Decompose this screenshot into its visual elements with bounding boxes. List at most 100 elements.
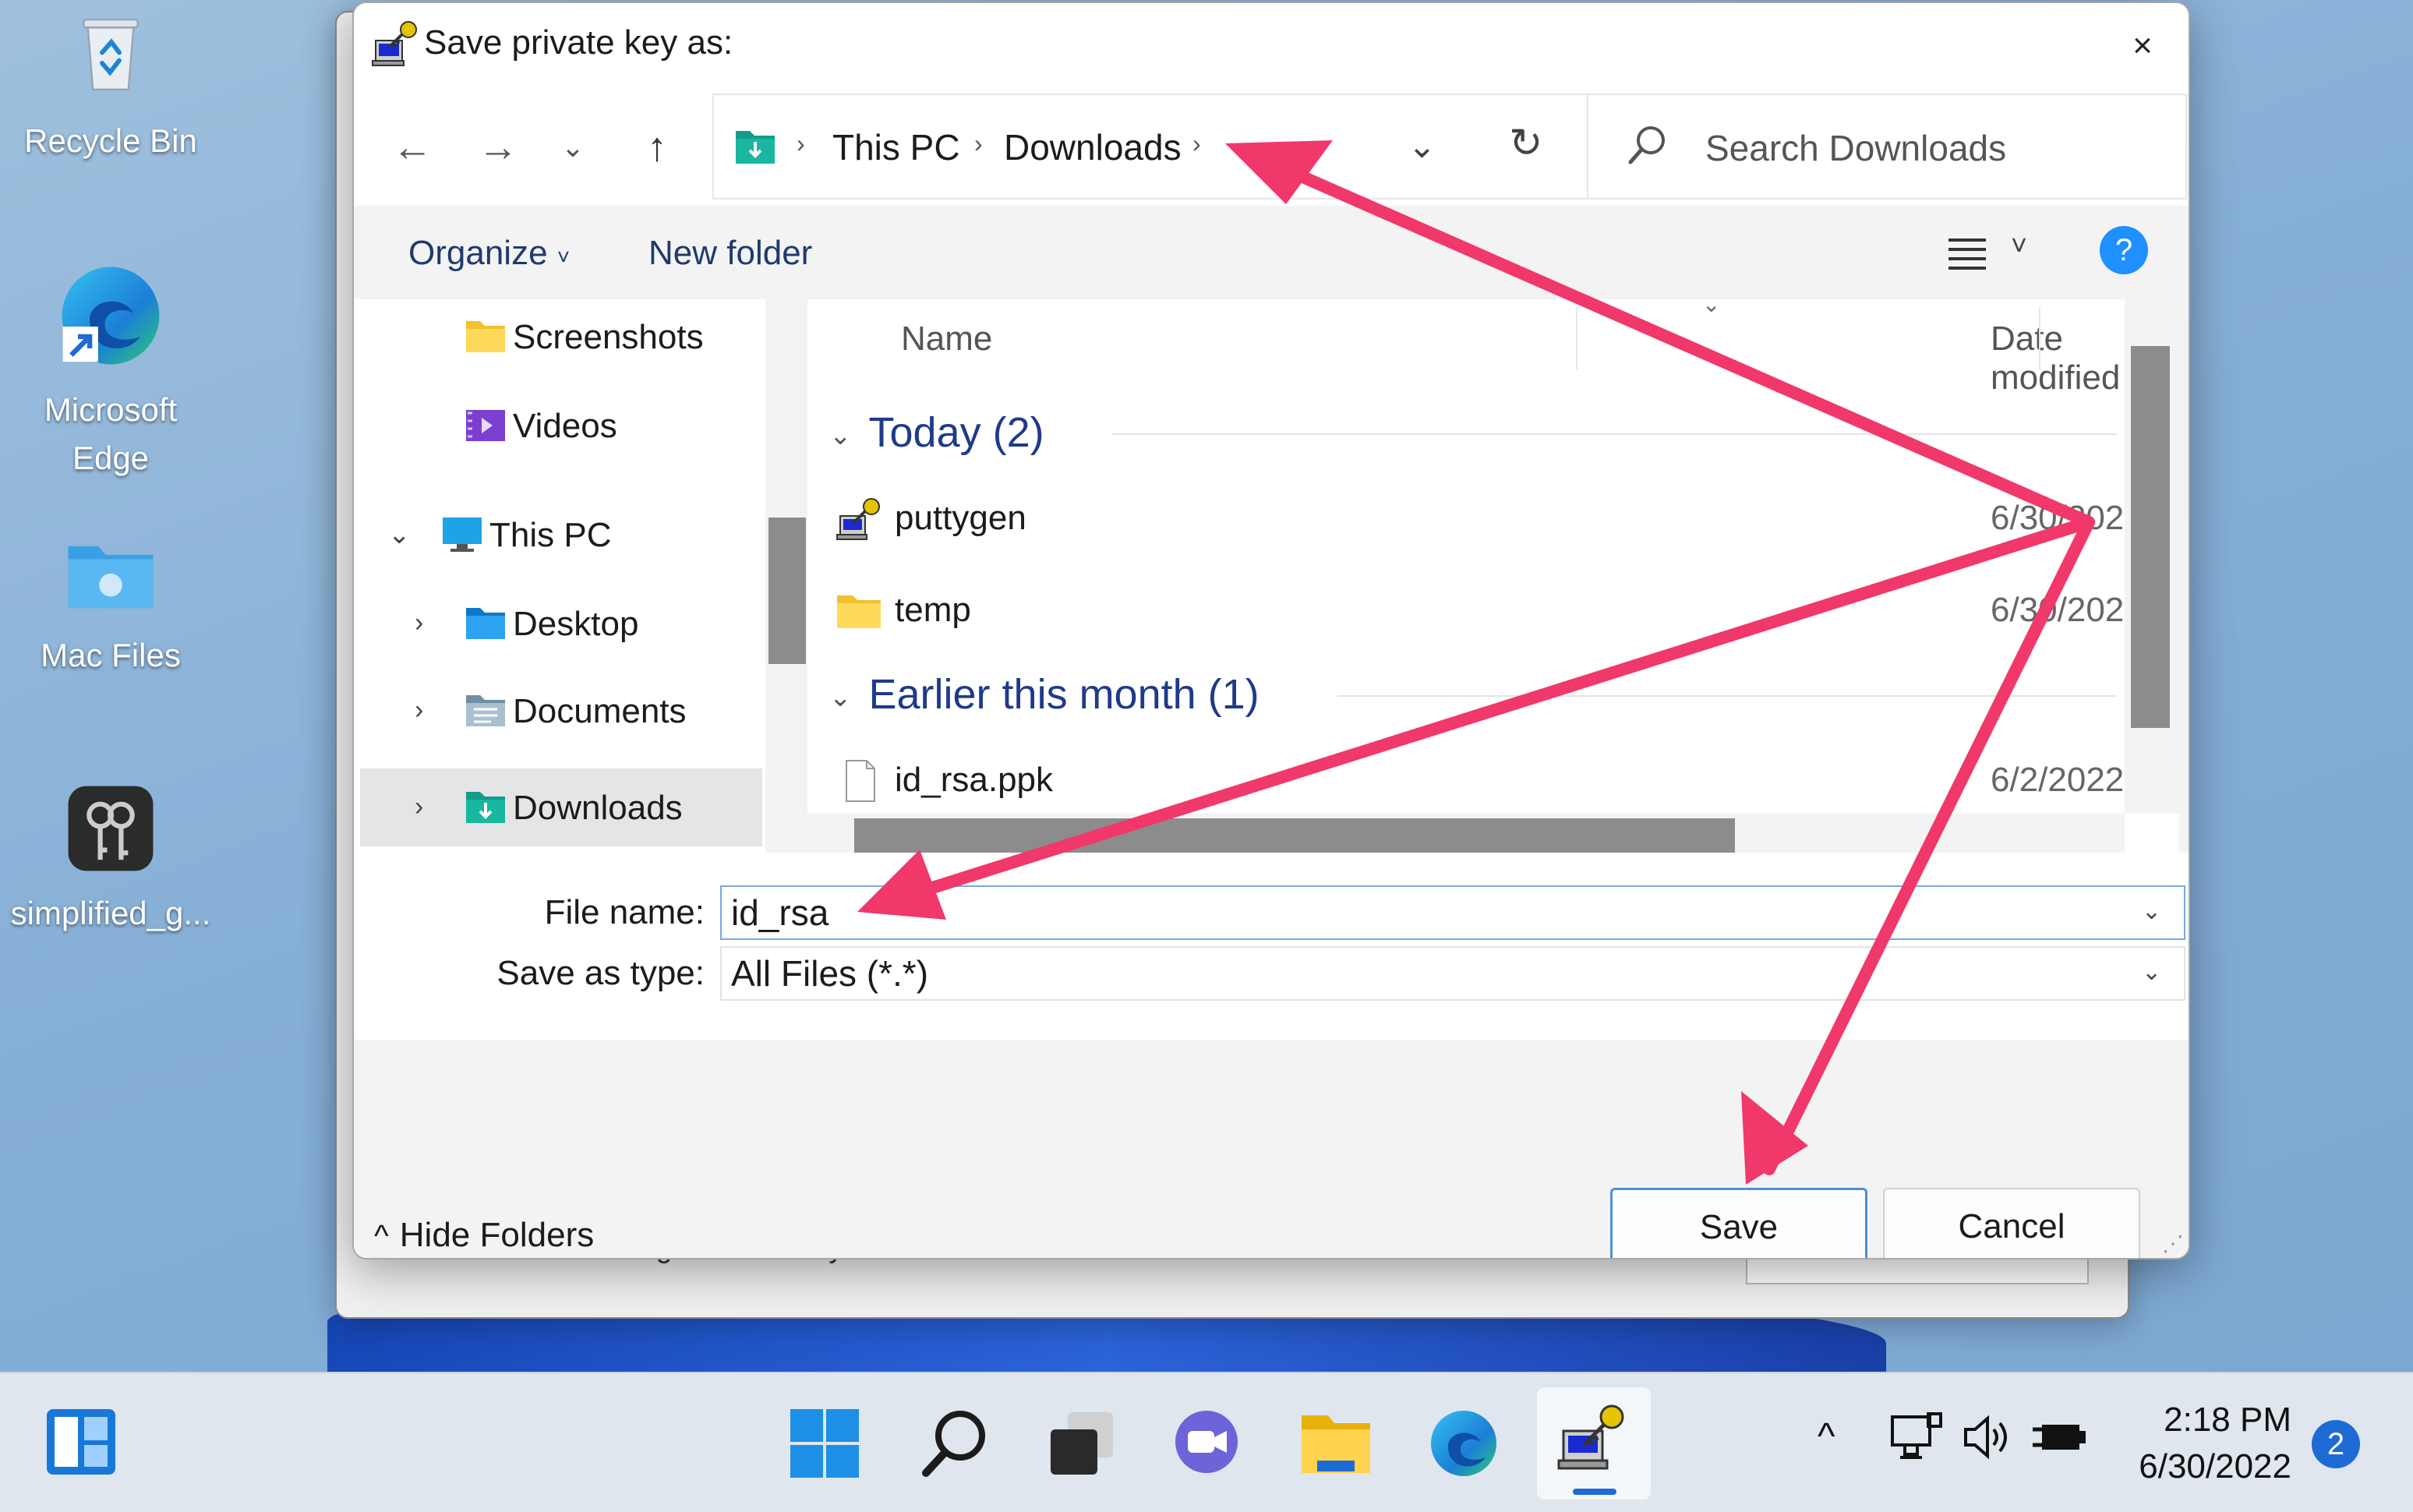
search-input[interactable] (1705, 118, 2157, 178)
file-name-input[interactable] (720, 885, 2185, 940)
column-separator[interactable] (2039, 307, 2040, 369)
group-label: Today (2) (868, 409, 1044, 456)
forward-button[interactable]: → (471, 120, 525, 175)
up-button[interactable]: ↑ (630, 120, 684, 175)
folder-icon (466, 321, 505, 352)
forward-arrow-icon: → (478, 125, 518, 170)
navigation-pane: Screenshots Videos ⌄ This PC › Desktop ›… (354, 299, 767, 853)
downloads-icon (736, 131, 775, 164)
close-button[interactable]: × (2115, 19, 2170, 73)
save-dialog: Save private key as: × ← → ⌄ ↑ › This PC… (352, 2, 2190, 1259)
nav-item-desktop[interactable]: › Desktop (360, 585, 762, 662)
file-name-label: File name: (544, 893, 705, 931)
task-view-icon[interactable] (1044, 1406, 1119, 1481)
recent-locations-button[interactable]: ⌄ (546, 120, 600, 175)
file-date: 6/30/2022 2:17 PM (1991, 499, 2125, 537)
expand-chevron-icon[interactable]: › (415, 792, 423, 822)
keychain-icon (68, 786, 154, 871)
desktop-recycle-bin[interactable]: Recycle Bin (2, 8, 220, 165)
breadcrumb-downloads[interactable]: Downloads (1004, 126, 1182, 168)
column-header-name[interactable]: Name (901, 320, 992, 359)
nav-item-label: Documents (513, 692, 687, 730)
file-row-temp[interactable]: temp 6/30/2022 2:16 PM File folder (807, 572, 2125, 650)
volume-icon[interactable] (1961, 1412, 2016, 1462)
nav-item-videos[interactable]: Videos (360, 387, 762, 465)
nav-item-downloads[interactable]: › Downloads (360, 768, 762, 846)
file-name: puttygen (895, 499, 1026, 537)
group-header-earlier[interactable]: ⌄ Earlier this month (1) (829, 670, 1259, 719)
search-box[interactable] (1587, 94, 2187, 200)
file-row-puttygen[interactable]: puttygen 6/30/2022 2:17 PM Application (807, 480, 2125, 558)
resize-grip-icon[interactable]: ⋰ (2162, 1231, 2184, 1256)
back-button[interactable]: ← (385, 120, 440, 175)
cancel-button[interactable]: Cancel (1883, 1188, 2140, 1258)
dialog-title: Save private key as: (424, 23, 733, 62)
file-name-dropdown-icon[interactable]: ⌄ (2142, 898, 2161, 925)
save-type-dropdown-icon[interactable]: ⌄ (2142, 959, 2161, 986)
file-date: 6/2/2022 8:54 AM (1991, 761, 2125, 799)
file-row-id-rsa-ppk[interactable]: id_rsa.ppk 6/2/2022 8:54 AM PPK File (807, 742, 2125, 814)
desktop-simplified-g[interactable]: simplified_g... (2, 783, 220, 938)
breadcrumb-this-pc[interactable]: This PC (832, 126, 960, 168)
view-options-caret-icon[interactable]: ˅ (2011, 229, 2027, 262)
save-form: File name: ⌄ Save as type: All Files (*.… (354, 853, 2189, 1040)
hide-folders-label: Hide Folders (399, 1216, 595, 1254)
scrollbar-thumb[interactable] (2131, 346, 2170, 728)
file-list-horizontal-scrollbar[interactable] (807, 814, 2125, 854)
file-explorer-icon[interactable] (1298, 1406, 1373, 1481)
breadcrumb-separator: › (1192, 129, 1201, 157)
save-type-select[interactable]: All Files (*.*) (720, 946, 2185, 1001)
widgets-icon[interactable] (45, 1408, 117, 1476)
column-header-date[interactable]: Date modified (1991, 320, 2125, 397)
nav-item-this-pc[interactable]: ⌄ This PC (360, 496, 762, 574)
save-button[interactable]: Save (1610, 1188, 1867, 1258)
help-icon: ? (2114, 233, 2133, 267)
scrollbar-thumb[interactable] (854, 818, 1735, 853)
view-options-icon[interactable] (1944, 232, 1991, 271)
help-button[interactable]: ? (2100, 226, 2148, 274)
edge-icon[interactable] (1426, 1406, 1501, 1481)
organize-caret-icon: ˅ (556, 245, 571, 269)
back-arrow-icon: ← (392, 125, 433, 170)
nav-item-documents[interactable]: › Documents (360, 672, 762, 750)
nav-item-label: This PC (489, 516, 612, 554)
chevron-up-icon: ^ (374, 1219, 389, 1253)
videos-icon (466, 410, 505, 441)
expand-chevron-icon[interactable]: › (415, 695, 423, 726)
search-icon[interactable] (917, 1406, 991, 1481)
new-folder-button[interactable]: New folder (648, 234, 812, 273)
expand-chevron-icon[interactable]: ⌄ (388, 519, 411, 550)
battery-charging-icon[interactable] (2031, 1412, 2089, 1462)
collapse-chevron-icon: ⌄ (829, 420, 852, 450)
chat-icon[interactable] (1169, 1406, 1244, 1481)
desktop-edge[interactable]: Microsoft Edge (2, 261, 220, 482)
clock-date: 6/30/2022 (2139, 1447, 2291, 1486)
scrollbar-thumb[interactable] (768, 518, 806, 664)
clock-time: 2:18 PM (2164, 1401, 2291, 1439)
sort-caret-icon: ⌄ (1702, 299, 1721, 316)
navigation-bar: ← → ⌄ ↑ › This PC › Downloads › ⌄ ↻ (354, 89, 2189, 206)
file-list: Name ⌄ Date modified Type ⌄Today (2) put… (807, 299, 2179, 854)
hide-folders-button[interactable]: ^ Hide Folders (374, 1216, 594, 1255)
start-icon[interactable] (787, 1406, 862, 1481)
network-icon[interactable] (1889, 1412, 1944, 1462)
expand-chevron-icon[interactable]: › (415, 608, 423, 638)
mac-folder-icon (68, 546, 154, 609)
puttygen-icon[interactable] (1556, 1400, 1630, 1475)
desktop-icon-label: Recycle Bin (24, 122, 197, 159)
file-list-vertical-scrollbar[interactable] (2125, 299, 2179, 814)
nav-pane-scrollbar[interactable] (765, 299, 806, 853)
desktop-mac-files[interactable]: Mac Files (2, 530, 220, 680)
file-name: id_rsa.ppk (895, 761, 1054, 799)
refresh-icon[interactable]: ↻ (1509, 120, 1543, 167)
file-date: 6/30/2022 2:16 PM (1991, 591, 2125, 629)
column-separator[interactable] (1576, 307, 1577, 369)
notification-badge[interactable]: 2 (2312, 1420, 2360, 1468)
tray-overflow-chevron-icon[interactable]: ^ (1818, 1415, 1835, 1458)
nav-item-screenshots[interactable]: Screenshots (360, 298, 762, 376)
group-header-today[interactable]: ⌄ Today (2) (829, 408, 1044, 457)
clock[interactable]: 2:18 PM 6/30/2022 (2104, 1397, 2291, 1490)
organize-button[interactable]: Organize ˅ (408, 234, 570, 273)
address-dropdown-icon[interactable]: ⌄ (1408, 126, 1436, 166)
save-type-value: All Files (*.*) (731, 953, 929, 994)
